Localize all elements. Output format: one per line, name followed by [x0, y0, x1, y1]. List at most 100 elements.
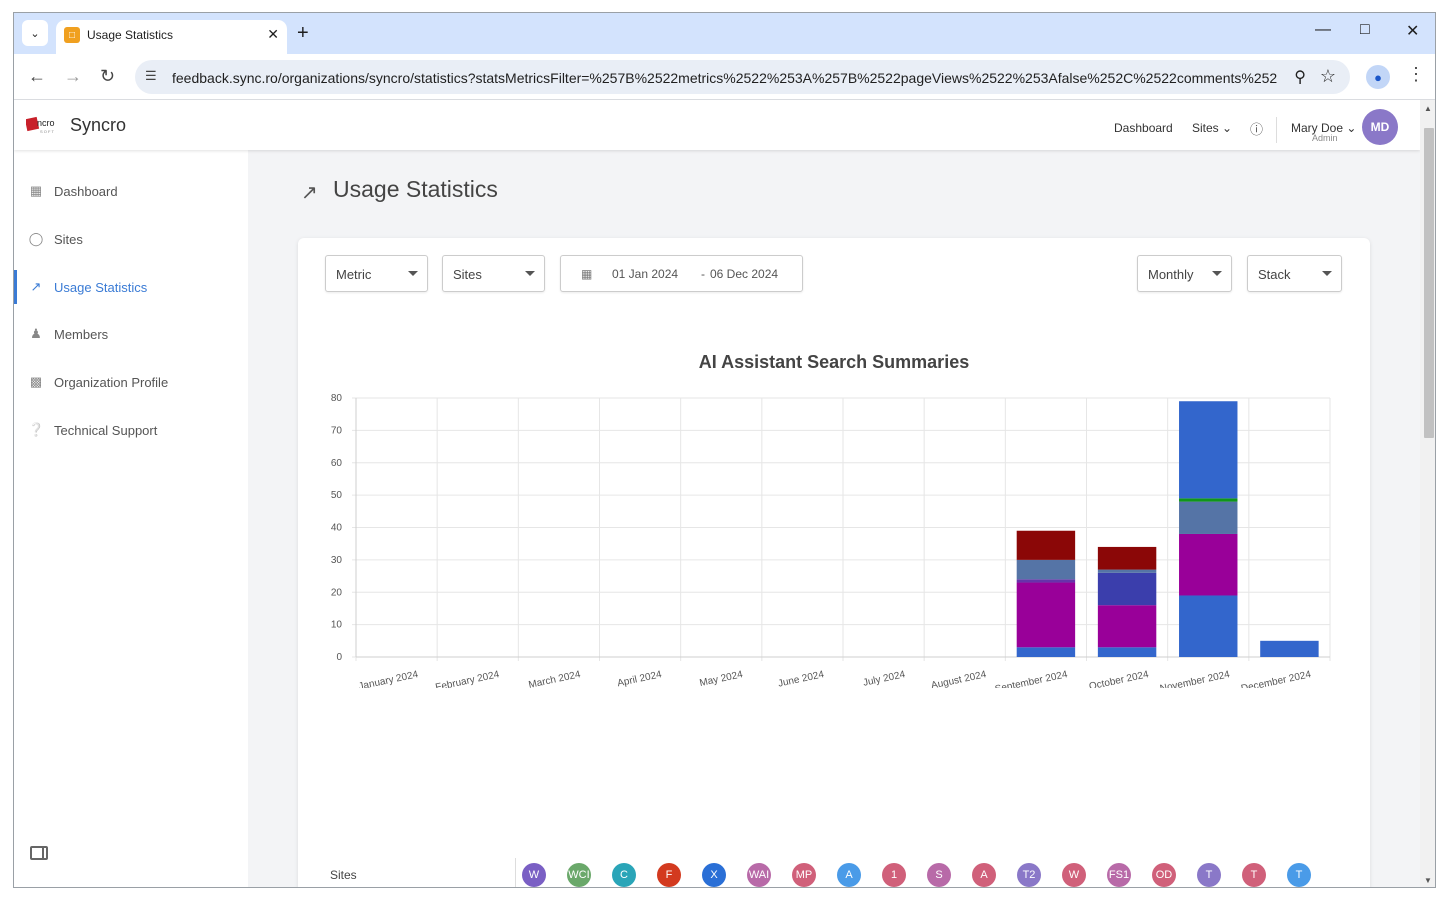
scroll-up-icon[interactable]: ▲ [1424, 104, 1432, 113]
browser-tab[interactable]: □ Usage Statistics ✕ [56, 20, 287, 54]
url-text[interactable]: feedback.sync.ro/organizations/syncro/st… [172, 70, 1277, 86]
site-badge[interactable]: S [927, 863, 951, 887]
y-tick-label: 80 [331, 393, 343, 404]
minimize-icon[interactable]: — [1315, 21, 1331, 39]
forward-icon[interactable]: → [64, 66, 82, 87]
caret-down-icon [525, 271, 535, 276]
y-tick-label: 20 [331, 587, 343, 598]
site-badge[interactable]: 1 [882, 863, 906, 887]
sidebar-item-label: Sites [54, 231, 83, 247]
sidebar-item-usage-statistics[interactable]: ↗ Usage Statistics [14, 270, 248, 304]
site-badge[interactable]: A [972, 863, 996, 887]
new-tab-icon[interactable]: + [297, 22, 309, 45]
nav-dashboard[interactable]: Dashboard [1114, 121, 1173, 135]
sites-icon: ◯ [28, 231, 44, 246]
page-title: Usage Statistics [333, 176, 498, 202]
x-tick-label: March 2024 [528, 669, 582, 688]
address-bar[interactable]: ☰ feedback.sync.ro/organizations/syncro/… [135, 60, 1350, 94]
tab-close-icon[interactable]: ✕ [267, 26, 279, 43]
sidebar-item-label: Technical Support [54, 422, 158, 438]
syncro-logo-icon[interactable]: ncro S O F T [26, 116, 64, 134]
site-badge[interactable]: C [612, 863, 636, 887]
chart-mode-select[interactable]: Stack [1247, 255, 1342, 292]
browser-profile-icon[interactable]: ● [1366, 65, 1390, 89]
browser-toolbar: ← → ↻ ☰ feedback.sync.ro/organizations/s… [14, 54, 1435, 100]
bar-segment [1097, 647, 1157, 657]
sidebar-item-technical-support[interactable]: ❔ Technical Support [14, 413, 248, 447]
y-tick-label: 10 [331, 620, 343, 631]
select-value: Stack [1258, 267, 1291, 282]
date-to[interactable]: 06 Dec 2024 [710, 267, 778, 281]
select-value: Sites [453, 267, 482, 282]
active-indicator [14, 270, 17, 304]
favicon-icon: □ [64, 27, 80, 43]
x-tick-label: January 2024 [358, 669, 420, 688]
site-badge[interactable]: X [702, 863, 726, 887]
site-badge[interactable]: W [522, 863, 546, 887]
trending-icon: ↗ [301, 182, 318, 204]
sites-select[interactable]: Sites [442, 255, 545, 292]
bar-segment [1179, 533, 1238, 596]
site-badge[interactable]: OD [1152, 863, 1176, 887]
sidebar: ▦ Dashboard ◯ Sites ↗ Usage Statistics ♟… [14, 150, 248, 887]
page-scrollbar[interactable]: ▲ ▼ [1420, 100, 1435, 887]
sidebar-item-label: Usage Statistics [54, 279, 148, 295]
help-icon[interactable]: ⓘ [1250, 119, 1263, 138]
sidebar-item-sites[interactable]: ◯ Sites [14, 222, 248, 256]
chart-title: AI Assistant Search Summaries [698, 352, 970, 372]
close-window-icon[interactable]: ✕ [1406, 21, 1419, 41]
sidebar-item-label: Organization Profile [54, 374, 169, 390]
reload-icon[interactable]: ↻ [100, 66, 115, 87]
metric-select[interactable]: Metric [325, 255, 428, 292]
site-badge[interactable]: A [837, 863, 861, 887]
sidebar-item-label: Members [54, 326, 109, 342]
bar-segment [1097, 572, 1157, 606]
site-settings-icon[interactable]: ☰ [145, 68, 157, 84]
bookmark-star-icon[interactable]: ☆ [1320, 66, 1336, 87]
scroll-down-icon[interactable]: ▼ [1424, 876, 1432, 885]
zoom-icon[interactable]: ⚲ [1294, 67, 1306, 87]
period-select[interactable]: Monthly [1137, 255, 1232, 292]
y-tick-label: 70 [331, 425, 343, 436]
sidebar-toggle-icon[interactable] [30, 846, 48, 860]
calendar-icon: ▦ [581, 267, 593, 281]
site-badge[interactable]: MP [792, 863, 816, 887]
scroll-thumb[interactable] [1424, 128, 1434, 438]
x-tick-label: November 2024 [1159, 669, 1231, 688]
dashboard-icon: ▦ [29, 183, 43, 198]
site-badge[interactable]: WAI [747, 863, 771, 887]
avatar[interactable]: MD [1362, 109, 1398, 145]
date-range-picker[interactable]: ▦ 01 Jan 2024 - 06 Dec 2024 [560, 255, 803, 292]
site-badge[interactable]: FS1 [1107, 863, 1131, 887]
site-badge[interactable]: T [1197, 863, 1221, 887]
site-badge[interactable]: W [1062, 863, 1086, 887]
caret-down-icon [408, 271, 418, 276]
stacked-bar-chart: 0 10 20 30 40 50 60 70 80 January 2024 February 20… [331, 393, 1331, 688]
site-badge[interactable]: T [1242, 863, 1266, 887]
site-badge[interactable]: T [1287, 863, 1311, 887]
building-icon: ▩ [29, 374, 43, 389]
sidebar-item-members[interactable]: ♟ Members [14, 317, 248, 351]
sidebar-item-organization-profile[interactable]: ▩ Organization Profile [14, 365, 248, 399]
x-tick-label: May 2024 [699, 669, 745, 688]
sidebar-item-dashboard[interactable]: ▦ Dashboard [14, 174, 248, 208]
bar-segment [1016, 530, 1076, 560]
caret-down-icon [1212, 271, 1222, 276]
y-tick-label: 0 [336, 652, 342, 663]
bar-segment [1179, 595, 1238, 657]
site-badge[interactable]: WCI [567, 863, 591, 887]
chevron-down-icon: ⌄ [1222, 121, 1233, 135]
nav-sites[interactable]: Sites ⌄ [1192, 121, 1232, 135]
select-value: Monthly [1148, 267, 1194, 282]
site-badge[interactable]: F [657, 863, 681, 887]
y-tick-label: 30 [331, 555, 343, 566]
back-icon[interactable]: ← [28, 66, 46, 87]
bar-segment [1179, 498, 1238, 502]
browser-window: ⌄ □ Usage Statistics ✕ + — □ ✕ ← → ↻ ☰ f… [13, 12, 1436, 888]
tab-search-icon[interactable]: ⌄ [22, 20, 48, 46]
browser-menu-icon[interactable]: ⋮ [1407, 64, 1425, 85]
site-badge[interactable]: T2 [1017, 863, 1041, 887]
maximize-icon[interactable]: □ [1360, 21, 1370, 39]
date-from[interactable]: 01 Jan 2024 [612, 267, 678, 281]
app-name[interactable]: Syncro [70, 115, 126, 136]
